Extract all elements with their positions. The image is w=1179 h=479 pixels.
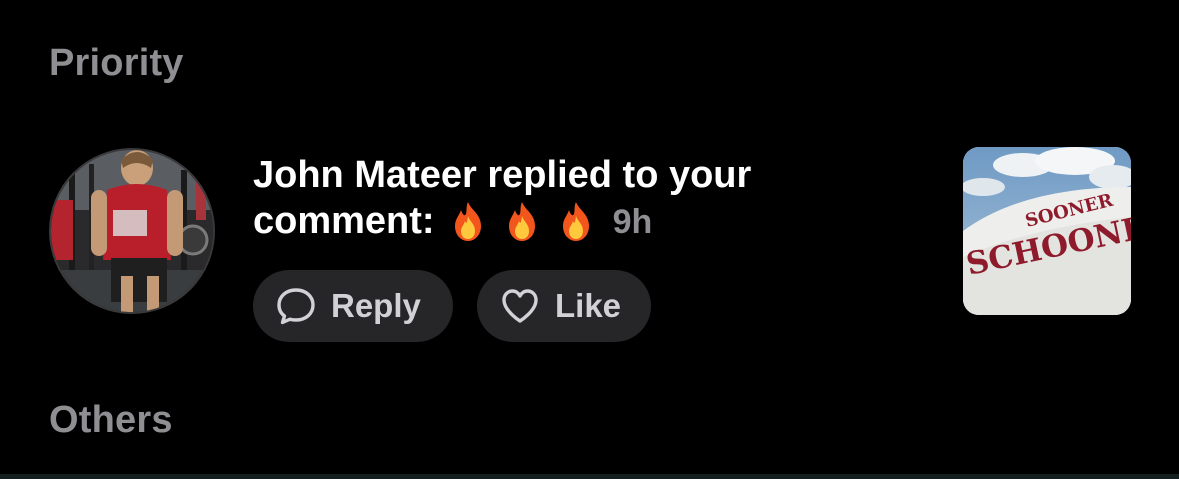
message-line-1: John Mateer replied to your xyxy=(253,154,752,196)
message-comment-label: comment: xyxy=(253,200,435,242)
notification-message[interactable]: John Mateer replied to your comment: 9h xyxy=(253,152,893,245)
notification-item[interactable]: John Mateer replied to your comment: 9h R… xyxy=(0,140,1179,350)
fire-emoji-icon xyxy=(555,198,597,244)
reply-button[interactable]: Reply xyxy=(253,270,453,342)
message-line-2: comment: 9h xyxy=(253,198,893,245)
heart-outline-icon xyxy=(499,285,541,327)
section-header-others: Others xyxy=(49,399,173,441)
post-thumbnail[interactable]: SOONER SCHOONER xyxy=(963,147,1131,315)
like-button[interactable]: Like xyxy=(477,270,651,342)
avatar[interactable] xyxy=(49,148,215,314)
comment-bubble-icon xyxy=(275,285,317,327)
bottom-divider xyxy=(0,474,1179,479)
like-label: Like xyxy=(555,287,622,324)
fire-emoji-icon xyxy=(501,198,543,244)
avatar-image xyxy=(51,150,213,312)
fire-emoji-icon xyxy=(447,198,489,244)
notification-actions: Reply Like xyxy=(253,270,651,342)
reply-label: Reply xyxy=(331,287,421,324)
post-thumbnail-image: SOONER SCHOONER xyxy=(963,147,1131,315)
section-header-priority: Priority xyxy=(49,42,184,84)
timestamp: 9h xyxy=(612,203,653,241)
